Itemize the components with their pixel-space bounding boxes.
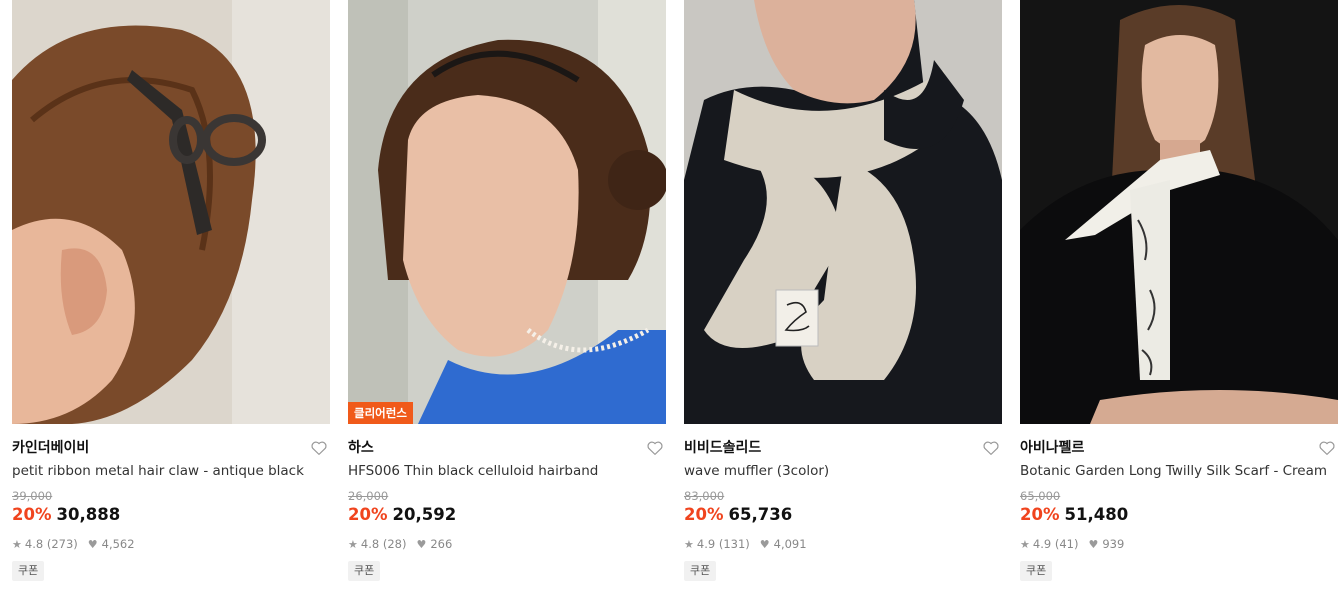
brand-name[interactable]: 카인더베이비	[12, 440, 89, 456]
heart-filled-icon: ♥	[1088, 537, 1099, 551]
heart-outline-icon[interactable]	[310, 439, 328, 457]
original-price: 39,000	[12, 489, 53, 503]
like-count: 4,562	[101, 537, 135, 551]
like-count: 4,091	[773, 537, 807, 551]
review-meta: ★ 4.8 (273) ♥ 4,562	[12, 537, 135, 551]
product-card[interactable]: 아비나펠르 Botanic Garden Long Twilly Silk Sc…	[1020, 0, 1338, 589]
discount-rate: 20%	[12, 505, 52, 524]
brand-row: 하스	[348, 437, 666, 459]
rating-value: 4.9	[1032, 537, 1052, 551]
product-image[interactable]	[684, 0, 1002, 424]
heart-outline-icon[interactable]	[982, 439, 1000, 457]
price-row: 20% 51,480	[1020, 505, 1128, 524]
price-row: 20% 65,736	[684, 505, 792, 524]
product-photo-muffler	[684, 0, 1002, 424]
review-count: (131)	[718, 537, 750, 551]
price-row: 20% 30,888	[12, 505, 120, 524]
brand-name[interactable]: 비비드솔리드	[684, 440, 761, 456]
heart-filled-icon: ♥	[416, 537, 427, 551]
brand-row: 아비나펠르	[1020, 437, 1338, 459]
review-meta: ★ 4.8 (28) ♥ 266	[348, 537, 452, 551]
product-grid: 카인더베이비 petit ribbon metal hair claw - an…	[0, 0, 1343, 589]
product-image[interactable]	[12, 0, 330, 424]
heart-filled-icon: ♥	[87, 537, 98, 551]
star-icon: ★	[684, 537, 694, 551]
product-photo-hairband	[348, 0, 666, 424]
review-count: (28)	[382, 537, 407, 551]
product-card[interactable]: 카인더베이비 petit ribbon metal hair claw - an…	[12, 0, 330, 589]
star-icon: ★	[348, 537, 358, 551]
product-name[interactable]: Botanic Garden Long Twilly Silk Scarf - …	[1020, 463, 1338, 479]
rating-value: 4.9	[696, 537, 716, 551]
price-row: 20% 20,592	[348, 505, 456, 524]
brand-row: 카인더베이비	[12, 437, 330, 459]
rating-value: 4.8	[24, 537, 44, 551]
star-icon: ★	[12, 537, 22, 551]
brand-name[interactable]: 하스	[348, 440, 374, 456]
original-price: 83,000	[684, 489, 725, 503]
product-name[interactable]: HFS006 Thin black celluloid hairband	[348, 463, 666, 479]
product-name[interactable]: petit ribbon metal hair claw - antique b…	[12, 463, 330, 479]
discount-rate: 20%	[348, 505, 388, 524]
sale-price: 20,592	[392, 505, 457, 524]
product-photo-silk-scarf	[1020, 0, 1338, 424]
rating-value: 4.8	[360, 537, 380, 551]
heart-outline-icon[interactable]	[646, 439, 664, 457]
sale-price: 51,480	[1064, 505, 1129, 524]
sale-price: 65,736	[728, 505, 793, 524]
brand-name[interactable]: 아비나펠르	[1020, 440, 1084, 456]
brand-row: 비비드솔리드	[684, 437, 1002, 459]
product-image[interactable]	[1020, 0, 1338, 424]
product-card[interactable]: 클리어런스 하스 HFS006 Thin black celluloid hai…	[348, 0, 666, 589]
product-photo-hair-claw	[12, 0, 330, 424]
product-image[interactable]: 클리어런스	[348, 0, 666, 424]
heart-outline-icon[interactable]	[1318, 439, 1336, 457]
original-price: 26,000	[348, 489, 389, 503]
product-card[interactable]: 비비드솔리드 wave muffler (3color) 83,000 20% 6…	[684, 0, 1002, 589]
sale-price: 30,888	[56, 505, 121, 524]
coupon-tag: 쿠폰	[684, 561, 717, 581]
star-icon: ★	[1020, 537, 1030, 551]
clearance-badge: 클리어런스	[348, 402, 413, 424]
review-count: (273)	[46, 537, 78, 551]
review-meta: ★ 4.9 (131) ♥ 4,091	[684, 537, 807, 551]
discount-rate: 20%	[684, 505, 724, 524]
heart-filled-icon: ♥	[759, 537, 770, 551]
like-count: 266	[430, 537, 453, 551]
coupon-tag: 쿠폰	[1020, 561, 1053, 581]
like-count: 939	[1102, 537, 1125, 551]
review-count: (41)	[1054, 537, 1079, 551]
discount-rate: 20%	[1020, 505, 1060, 524]
coupon-tag: 쿠폰	[12, 561, 45, 581]
original-price: 65,000	[1020, 489, 1061, 503]
review-meta: ★ 4.9 (41) ♥ 939	[1020, 537, 1124, 551]
product-name[interactable]: wave muffler (3color)	[684, 463, 1002, 479]
coupon-tag: 쿠폰	[348, 561, 381, 581]
